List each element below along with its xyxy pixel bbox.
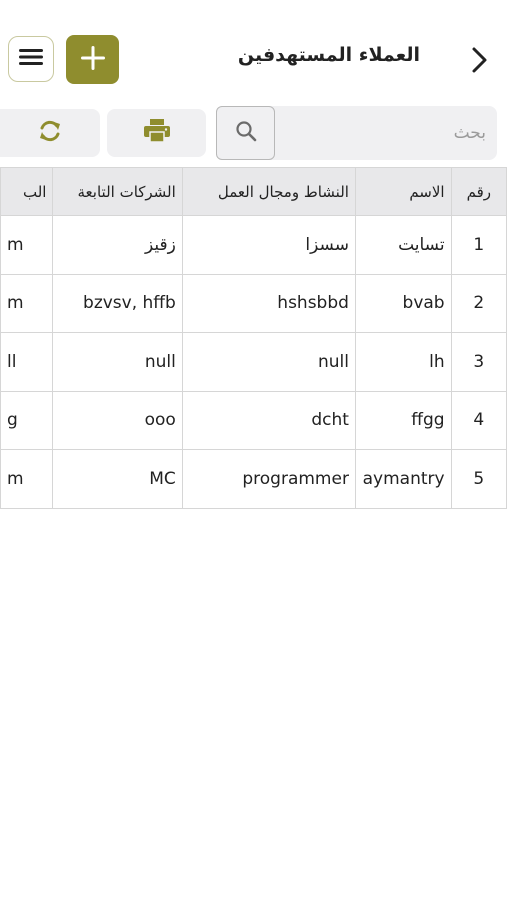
table-row[interactable]: 3 lh null null ll <box>0 332 507 392</box>
cell-truncated: g <box>0 390 54 450</box>
app-header: العملاء المستهدفين <box>0 0 507 118</box>
search-input[interactable] <box>278 106 492 160</box>
cell-number: 1 <box>450 215 507 275</box>
cell-name: bvab <box>354 273 452 333</box>
cell-name: تسايت <box>354 215 452 275</box>
column-header-name[interactable]: الاسم <box>354 167 452 216</box>
search-icon <box>234 119 258 147</box>
cell-number: 3 <box>450 332 507 392</box>
table-row[interactable]: 2 bvab hshsbbd bzvsv, hffb m <box>0 273 507 333</box>
add-customer-button[interactable] <box>66 35 119 84</box>
column-header-truncated[interactable]: الب <box>0 167 54 216</box>
refresh-button[interactable] <box>0 109 100 157</box>
menu-icon <box>19 47 43 71</box>
search-bar <box>216 106 497 160</box>
table-row[interactable]: 1 تسايت سسزا زقيز m <box>0 215 507 275</box>
cell-name: ffgg <box>354 390 452 450</box>
column-header-number[interactable]: رقم <box>450 167 507 216</box>
refresh-icon <box>37 118 63 148</box>
page-title: العملاء المستهدفين <box>237 44 420 66</box>
table-header-row: رقم الاسم النشاط ومجال العمل الشركات الت… <box>0 167 507 216</box>
cell-subsidiaries: زقيز <box>52 215 183 275</box>
cell-number: 4 <box>450 390 507 450</box>
chevron-right-icon[interactable] <box>466 45 492 75</box>
print-button[interactable] <box>107 109 206 157</box>
cell-number: 2 <box>450 273 507 333</box>
cell-truncated: m <box>0 215 54 275</box>
cell-subsidiaries: ooo <box>52 390 183 450</box>
menu-button[interactable] <box>8 36 54 82</box>
print-icon <box>143 118 171 148</box>
cell-subsidiaries: MC <box>52 449 183 509</box>
cell-activity: dcht <box>181 390 356 450</box>
cell-number: 5 <box>450 449 507 509</box>
column-header-subsidiaries[interactable]: الشركات التابعة <box>52 167 183 216</box>
cell-subsidiaries: null <box>52 332 183 392</box>
table-row[interactable]: 4 ffgg dcht ooo g <box>0 390 507 450</box>
cell-truncated: ll <box>0 332 54 392</box>
plus-icon <box>80 45 105 74</box>
column-header-activity[interactable]: النشاط ومجال العمل <box>181 167 356 216</box>
cell-name: lh <box>354 332 452 392</box>
cell-truncated: m <box>0 449 54 509</box>
cell-activity: hshsbbd <box>181 273 356 333</box>
cell-activity: null <box>181 332 356 392</box>
cell-name: aymantry <box>354 449 452 509</box>
cell-activity: سسزا <box>181 215 356 275</box>
cell-truncated: m <box>0 273 54 333</box>
cell-subsidiaries: bzvsv, hffb <box>52 273 183 333</box>
cell-activity: programmer <box>181 449 356 509</box>
search-button[interactable] <box>216 106 275 160</box>
table-row[interactable]: 5 aymantry programmer MC m <box>0 449 507 509</box>
